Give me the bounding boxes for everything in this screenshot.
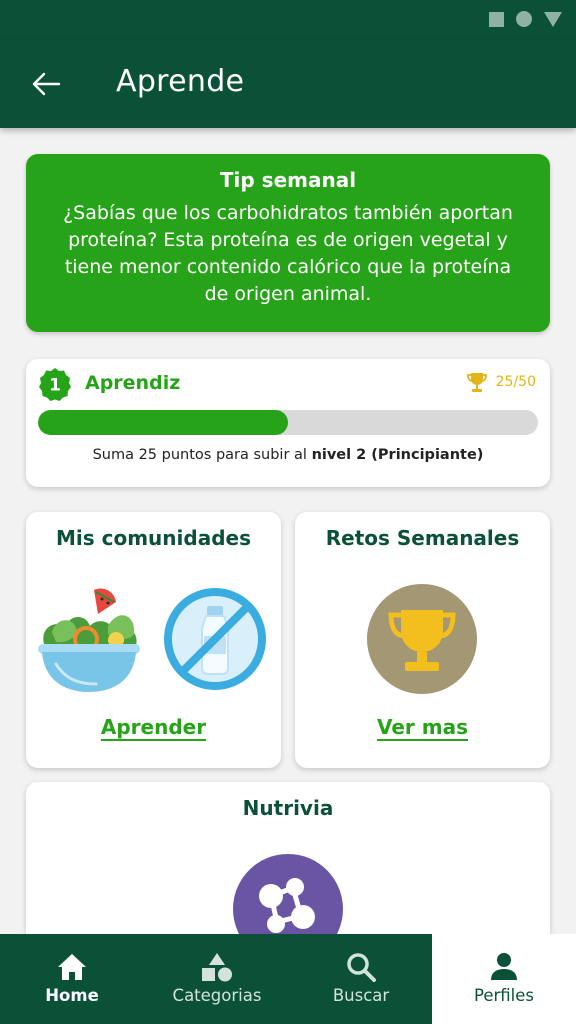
bottom-navigation: Home Categorias Buscar Perfiles bbox=[0, 934, 576, 1024]
communities-title: Mis comunidades bbox=[56, 526, 251, 550]
status-bar bbox=[0, 0, 576, 40]
home-circle-icon bbox=[516, 11, 532, 27]
back-triangle-icon bbox=[544, 11, 562, 27]
communities-card: Mis comunidades Aprender bbox=[26, 512, 281, 768]
tip-body: ¿Sabías que los carbohidratos también ap… bbox=[63, 202, 513, 305]
nav-categories[interactable]: Categorias bbox=[144, 934, 290, 1024]
points-counter: 25/50 bbox=[466, 371, 536, 393]
learn-link[interactable]: Aprender bbox=[26, 715, 281, 739]
trophy-small-icon bbox=[466, 373, 487, 392]
nav-profiles-label: Perfiles bbox=[473, 986, 535, 1005]
see-more-link[interactable]: Ver mas bbox=[295, 715, 550, 739]
weekly-tip-card: Tip semanal ¿Sabías que los carbohidrato… bbox=[26, 154, 550, 332]
person-icon bbox=[491, 953, 517, 980]
main-content: Tip semanal ¿Sabías que los carbohidrato… bbox=[0, 128, 576, 934]
back-button[interactable] bbox=[26, 64, 66, 104]
level-progress-bar bbox=[38, 410, 538, 435]
points-label: 25/50 bbox=[495, 374, 536, 390]
no-bottle-icon bbox=[164, 588, 266, 690]
level-hint-text: Suma 25 puntos para subir al bbox=[92, 447, 312, 463]
tip-title: Tip semanal bbox=[219, 168, 357, 192]
app-bar: Aprende bbox=[0, 40, 576, 128]
salad-bowl-icon bbox=[38, 588, 140, 692]
home-icon bbox=[58, 954, 86, 980]
level-number: 1 bbox=[49, 376, 61, 396]
level-name: Aprendiz bbox=[85, 372, 181, 394]
molecule-icon bbox=[233, 854, 343, 934]
shapes-icon bbox=[202, 953, 232, 982]
nav-search[interactable]: Buscar bbox=[290, 934, 432, 1024]
level-progress-card: 1 Aprendiz 25/50 Suma 25 puntos para sub… bbox=[26, 359, 550, 487]
search-icon bbox=[347, 953, 376, 982]
challenges-title: Retos Semanales bbox=[325, 526, 520, 550]
arrow-left-icon bbox=[32, 72, 61, 96]
next-level-name: nivel 2 (Principiante) bbox=[311, 447, 484, 463]
nutrivia-title: Nutrivia bbox=[242, 796, 334, 820]
recent-apps-icon bbox=[489, 11, 504, 27]
level-badge-icon: 1 bbox=[39, 368, 71, 401]
level-hint: Suma 25 puntos para subir al nivel 2 (Pr… bbox=[26, 447, 550, 463]
nav-categories-label: Categorias bbox=[172, 986, 262, 1005]
nav-home-label: Home bbox=[45, 986, 99, 1005]
system-status-icons bbox=[489, 11, 562, 27]
nutrivia-card[interactable]: Nutrivia bbox=[26, 782, 550, 934]
weekly-challenges-card: Retos Semanales Ver mas bbox=[295, 512, 550, 768]
level-progress-fill bbox=[38, 410, 288, 435]
trophy-icon bbox=[367, 584, 477, 694]
nav-home[interactable]: Home bbox=[0, 934, 144, 1024]
page-title: Aprende bbox=[116, 64, 245, 99]
nav-profiles[interactable]: Perfiles bbox=[432, 934, 576, 1024]
nav-search-label: Buscar bbox=[332, 986, 390, 1005]
